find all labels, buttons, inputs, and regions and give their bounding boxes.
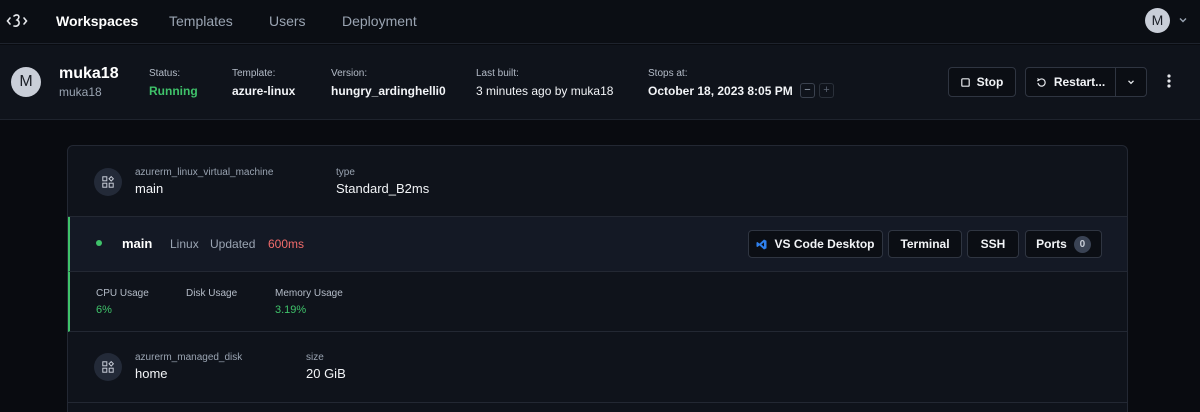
disk-usage-label: Disk Usage <box>186 288 238 299</box>
memory-usage-label: Memory Usage <box>275 288 343 299</box>
workspace-name: muka18 <box>59 65 119 82</box>
restart-options-button[interactable] <box>1115 67 1147 97</box>
widgets-icon <box>102 176 114 188</box>
agent-name: main <box>122 236 153 251</box>
ssh-button[interactable]: SSH <box>967 230 1019 258</box>
workspace-header: M muka18 muka18 Status: Running Template… <box>0 45 1200 120</box>
last-built-label: Last built: <box>476 68 519 79</box>
agent-status-dot <box>96 240 102 246</box>
resource-type: azurerm_managed_disk <box>135 352 243 363</box>
widgets-icon <box>102 361 114 373</box>
status-label: Status: <box>149 68 181 79</box>
resources-panel: azurerm_linux_virtual_machine main type … <box>67 145 1128 412</box>
vscode-icon <box>756 239 767 249</box>
resource-attr-label: type <box>336 167 355 178</box>
nav-templates[interactable]: Templates <box>169 13 233 29</box>
top-nav: Workspaces Templates Users Deployment M <box>0 0 1200 44</box>
restart-label: Restart... <box>1053 75 1106 89</box>
nav-workspaces[interactable]: Workspaces <box>56 13 138 29</box>
template-label: Template: <box>232 68 276 79</box>
stop-icon <box>960 77 970 87</box>
nav-users[interactable]: Users <box>269 13 306 29</box>
restart-icon <box>1036 77 1046 87</box>
increase-deadline-button[interactable]: + <box>819 83 834 98</box>
vscode-label: VS Code Desktop <box>774 237 875 251</box>
version-label: Version: <box>331 68 368 79</box>
user-avatar[interactable]: M <box>1145 8 1170 33</box>
restart-button[interactable]: Restart... <box>1025 67 1116 97</box>
vscode-desktop-button[interactable]: VS Code Desktop <box>748 230 883 258</box>
agent-os: Linux <box>170 237 199 251</box>
nav-deployment[interactable]: Deployment <box>342 13 417 29</box>
resource-name: main <box>135 181 164 196</box>
resource-row-disk: azurerm_managed_disk home size 20 GiB <box>68 332 1127 403</box>
resource-icon <box>94 168 122 196</box>
ports-button[interactable]: Ports 0 <box>1025 230 1102 258</box>
chevron-down-icon[interactable] <box>1177 14 1189 26</box>
decrease-deadline-button[interactable]: − <box>800 83 815 98</box>
workspace-owner: muka18 <box>59 85 102 99</box>
resource-attr-label: size <box>306 352 324 363</box>
resource-attr-value: 20 GiB <box>306 366 346 381</box>
resource-row-vm: azurerm_linux_virtual_machine main type … <box>68 146 1127 217</box>
cpu-usage-label: CPU Usage <box>96 288 149 299</box>
last-built-value: 3 minutes ago by muka18 <box>476 84 614 98</box>
memory-usage-value: 3.19% <box>275 304 307 316</box>
ports-label: Ports <box>1036 237 1067 251</box>
resource-type: azurerm_linux_virtual_machine <box>135 167 274 178</box>
chevron-down-icon <box>1128 80 1134 85</box>
resource-attr-value: Standard_B2ms <box>336 181 430 196</box>
version-value[interactable]: hungry_ardinghelli0 <box>331 84 446 98</box>
ports-count-badge: 0 <box>1073 235 1091 253</box>
agent-metrics-row: CPU Usage 6% Disk Usage Memory Usage 3.1… <box>68 272 1127 332</box>
stops-at-value: October 18, 2023 8:05 PM <box>648 84 793 98</box>
coder-logo-icon[interactable] <box>6 10 28 32</box>
resource-name: home <box>135 366 168 381</box>
terminal-button[interactable]: Terminal <box>888 230 962 258</box>
agent-updated-label: Updated <box>210 237 256 251</box>
stop-button[interactable]: Stop <box>948 67 1016 97</box>
cpu-usage-value: 6% <box>96 304 112 316</box>
resource-icon <box>94 353 122 381</box>
agent-latency: 600ms <box>268 237 305 251</box>
stop-label: Stop <box>976 75 1004 89</box>
workspace-avatar: M <box>11 67 41 97</box>
agent-row: main Linux Updated 600ms VS Code Desktop… <box>68 217 1127 272</box>
template-value[interactable]: azure-linux <box>232 84 295 98</box>
status-value: Running <box>149 84 198 98</box>
stops-at-label: Stops at: <box>648 68 688 79</box>
more-options-icon[interactable] <box>1166 73 1172 89</box>
